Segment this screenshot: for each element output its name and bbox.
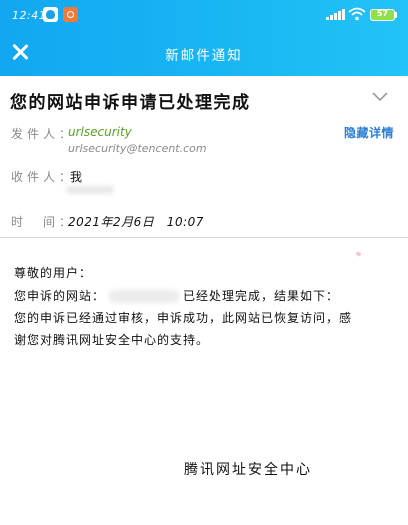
redacted-recipient-address — [66, 186, 114, 194]
hide-details-link[interactable]: 隐藏详情 — [344, 124, 394, 141]
wifi-icon — [348, 7, 366, 21]
battery-tip — [395, 12, 397, 18]
body-line-1: 您申诉的网站： 已经处理完成，结果如下： — [14, 287, 339, 304]
chevron-down-icon[interactable] — [372, 92, 388, 102]
header-divider — [0, 237, 408, 238]
body-line-1-suffix: 已经处理完成，结果如下： — [183, 289, 340, 303]
sender-name[interactable]: urlsecurity — [68, 125, 132, 139]
body-line-3: 谢您对腾讯网址安全中心的支持。 — [14, 333, 210, 347]
battery-icon: 57 — [370, 9, 395, 21]
qq-notification-icon — [43, 7, 58, 22]
signal-icon — [326, 9, 345, 20]
sender-email[interactable]: urlsecurity@tencent.com — [68, 142, 207, 155]
notification-header: 12:41 57 新邮件通知 — [0, 0, 408, 76]
redacted-website — [109, 290, 180, 303]
battery-level: 57 — [376, 9, 389, 18]
sender-label: 发件人： — [11, 127, 76, 141]
email-subject: 您的网站申诉申请已处理完成 — [10, 93, 251, 113]
recipient-label: 收件人： — [11, 170, 76, 184]
body-line-2: 您的申诉已经通过审核，申诉成功，此网站已恢复访问，感 — [14, 311, 353, 325]
time-label: 时 间： — [11, 215, 76, 229]
app-notification-icon — [63, 7, 78, 22]
sent-time: 2021年2月6日 10:07 — [68, 215, 204, 229]
body-line-1-prefix: 您申诉的网站： — [14, 289, 106, 303]
body-greeting: 尊敬的用户： — [14, 266, 93, 280]
status-time: 12:41 — [12, 9, 47, 22]
header-title: 新邮件通知 — [165, 48, 243, 64]
recipient-name[interactable]: 我 — [70, 168, 82, 185]
email-signature: 腾讯网址安全中心 — [184, 462, 312, 478]
decorative-speck — [355, 251, 362, 257]
